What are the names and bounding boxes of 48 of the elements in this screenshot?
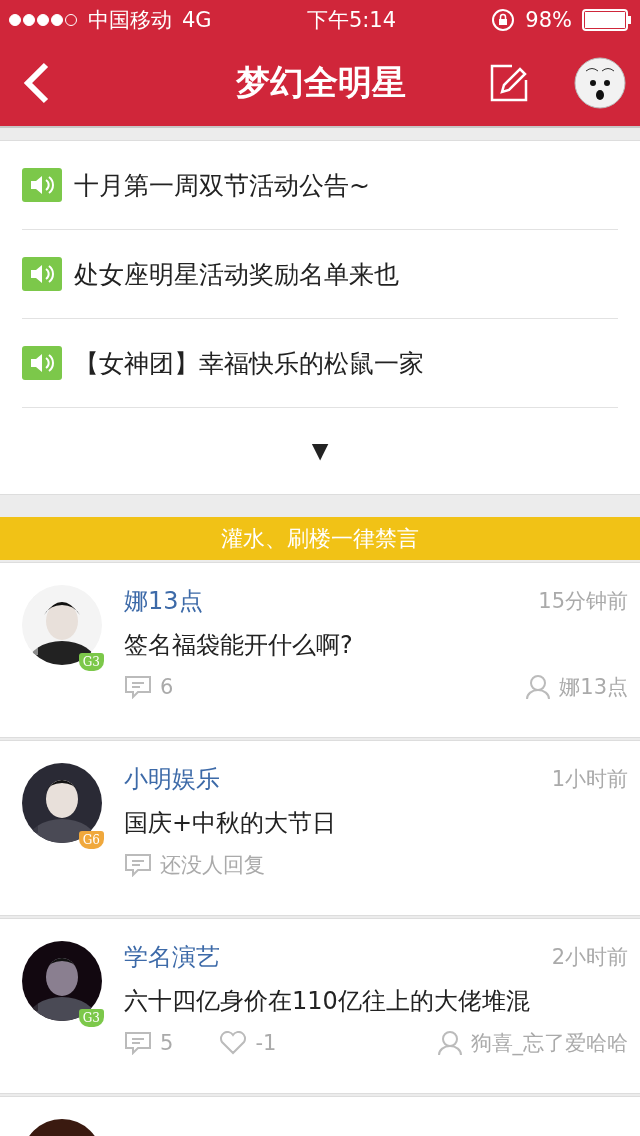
user-name[interactable]: 学名演艺 [124,941,220,973]
notice-title: 【女神团】幸福快乐的松鼠一家 [74,347,424,380]
user-name[interactable]: 小明娱乐 [124,763,220,795]
reply-count: 6 [160,675,174,699]
profile-avatar[interactable] [574,57,626,109]
notice-item[interactable]: 【女神团】幸福快乐的松鼠一家 [22,319,618,408]
speaker-icon [22,346,62,380]
last-replier: 娜13点 [559,674,628,701]
rotation-lock-icon [491,8,516,32]
notice-title: 处女座明星活动奖励名单来也 [74,258,399,291]
speaker-icon [22,168,62,202]
post-time: 2小时前 [551,944,628,971]
comment-icon [124,853,152,877]
last-replier: 狗喜_忘了爱哈哈 [470,1030,628,1057]
network-type: 4G [182,8,212,32]
user-name[interactable]: 娜13点 [124,585,203,617]
carrier: 中国移动 [88,7,172,34]
post-card[interactable]: G3 娜13点 15分钟前 签名福袋能开什么啊? 6 娜13点 [0,562,640,738]
like-count: -1 [255,1031,277,1055]
reply-count: 5 [160,1031,174,1055]
post-time: 1小时前 [551,766,628,793]
level-badge: G6 [78,831,104,849]
battery-icon [582,9,632,31]
post-title: 国庆+中秋的大节日 [124,808,338,839]
post-time: 15分钟前 [538,588,628,615]
page-title: 梦幻全明星 [235,61,407,104]
comment-icon [124,675,152,699]
heart-icon [219,1031,248,1055]
speaker-icon [22,257,62,291]
person-icon [436,1030,463,1056]
reply-count: 还没人回复 [160,852,265,879]
post-title: 六十四亿身价在110亿往上的大佬堆混 [124,986,531,1017]
clock: 下午5:14 [306,7,397,34]
notice-item[interactable]: 处女座明星活动奖励名单来也 [22,230,618,319]
comment-icon [124,1031,152,1055]
level-badge: G3 [78,653,104,671]
post-card[interactable]: G6 小明娱乐 1小时前 国庆+中秋的大节日 还没人回复 [0,740,640,916]
edit-button[interactable] [490,64,528,102]
expand-button[interactable]: ▼ [22,408,618,494]
level-badge: G3 [78,1009,104,1027]
post-card[interactable]: G3 学名演艺 2小时前 六十四亿身价在110亿往上的大佬堆混 5 -1 狗喜_忘了爱哈哈 [0,918,640,1094]
signal-icon [8,13,78,27]
rule-banner: 灌水、刷楼一律禁言 [0,517,640,560]
notice-title: 十月第一周双节活动公告~ [74,169,370,202]
post-title: 签名福袋能开什么啊? [124,630,354,661]
notice-item[interactable]: 十月第一周双节活动公告~ [22,141,618,230]
battery-percent: 98% [525,8,572,32]
person-icon [525,674,552,700]
